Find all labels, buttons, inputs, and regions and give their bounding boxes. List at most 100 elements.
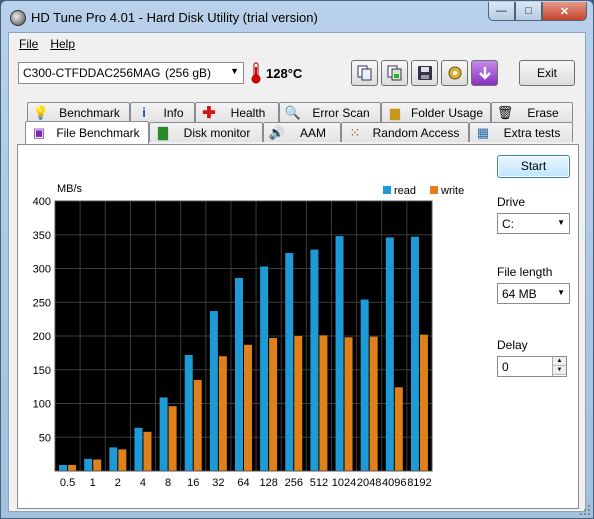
drive-letter-value: C: <box>502 217 514 231</box>
write-bar <box>93 459 102 471</box>
read-bar <box>159 397 168 471</box>
maximize-button[interactable]: □ <box>515 2 542 21</box>
spinner-buttons: ▲ ▼ <box>552 357 566 376</box>
read-bar <box>134 427 143 471</box>
y-tick-label: 200 <box>33 331 51 343</box>
app-disk-icon <box>10 10 26 26</box>
disk-monitor-icon: ▇ <box>158 124 168 140</box>
read-bar <box>410 236 419 471</box>
write-bar <box>143 431 152 471</box>
tab-label: AAM <box>299 125 326 140</box>
tab-strip: 💡 Benchmark i Info ✚ Health 🔍 Error Scan… <box>9 101 585 144</box>
info-icon: i <box>142 105 146 120</box>
tab-file-benchmark[interactable]: ▣ File Benchmark <box>25 121 149 144</box>
legend-write-label: write <box>440 185 464 197</box>
x-tick-label: 32 <box>212 477 224 489</box>
write-bar <box>118 449 127 471</box>
write-bar <box>369 336 378 471</box>
chevron-down-icon: ▼ <box>557 218 565 227</box>
drive-letter-dropdown[interactable]: C: ▼ <box>497 213 570 234</box>
tab-label: Benchmark <box>59 105 120 120</box>
tab-health[interactable]: ✚ Health <box>195 102 279 122</box>
write-bar <box>168 406 177 471</box>
tab-erase[interactable]: 🗑 Erase <box>491 102 573 122</box>
app-window: HD Tune Pro 4.01 - Hard Disk Utility (tr… <box>0 0 594 519</box>
legend-write-swatch <box>430 186 438 194</box>
tab-benchmark[interactable]: 💡 Benchmark <box>27 102 130 122</box>
drive-dropdown[interactable]: C300-CTFDDAC256MAG (256 gB) ▼ <box>18 62 244 84</box>
y-axis-label: MB/s <box>57 183 83 195</box>
menu-help[interactable]: Help <box>44 33 81 55</box>
write-bar <box>244 344 252 471</box>
menu-bar: File Help <box>9 33 585 55</box>
delay-value: 0 <box>502 360 509 374</box>
tab-label: Disk monitor <box>183 125 251 140</box>
temperature-readout: 128°C <box>266 66 303 81</box>
tab-label: Info <box>163 105 184 120</box>
write-bar <box>294 336 303 471</box>
read-bar <box>385 237 394 471</box>
read-bar <box>360 299 369 471</box>
read-bar <box>285 252 294 471</box>
x-tick-label: 1024 <box>332 477 356 489</box>
y-tick-label: 400 <box>33 196 51 208</box>
download-icon <box>478 67 491 80</box>
drive-size: (256 gB) <box>165 66 212 80</box>
y-tick-label: 350 <box>33 230 51 242</box>
health-icon: ✚ <box>202 104 216 122</box>
x-tick-label: 8192 <box>407 477 431 489</box>
delay-spinner[interactable]: 0 ▲ ▼ <box>497 356 567 377</box>
title-bar[interactable]: HD Tune Pro 4.01 - Hard Disk Utility (tr… <box>1 1 593 33</box>
read-bar <box>59 464 68 471</box>
read-bar <box>260 266 269 471</box>
download-button[interactable] <box>471 60 498 86</box>
x-tick-label: 0.5 <box>60 477 75 489</box>
y-tick-label: 150 <box>33 365 51 377</box>
save-button[interactable] <box>411 60 438 86</box>
read-bar <box>335 236 344 471</box>
folder-usage-icon: ▆ <box>390 104 400 120</box>
write-bar <box>68 464 77 471</box>
y-tick-label: 250 <box>33 297 51 309</box>
erase-icon: 🗑 <box>496 104 514 120</box>
copy-info-button[interactable] <box>351 60 378 86</box>
chevron-down-icon: ▼ <box>230 66 239 76</box>
tab-random-access[interactable]: ⁙ Random Access <box>341 122 469 142</box>
x-tick-label: 8 <box>165 477 171 489</box>
drive-label: Drive <box>497 195 526 209</box>
spin-up-button[interactable]: ▲ <box>553 357 566 366</box>
menu-file[interactable]: File <box>13 33 44 55</box>
toolbar: C300-CTFDDAC256MAG (256 gB) ▼ 128°C Exit <box>9 59 585 91</box>
minimize-button[interactable]: — <box>488 2 515 21</box>
read-bar <box>184 354 193 471</box>
client-area: File Help C300-CTFDDAC256MAG (256 gB) ▼ … <box>8 32 586 512</box>
y-tick-label: 100 <box>33 399 51 411</box>
resize-grip-icon[interactable] <box>579 504 591 516</box>
read-bar <box>209 311 218 471</box>
x-tick-label: 4096 <box>382 477 406 489</box>
copy-screenshot-button[interactable] <box>381 60 408 86</box>
options-button[interactable] <box>441 60 468 86</box>
tab-extra-tests[interactable]: ▦ Extra tests <box>469 122 573 142</box>
copy-screenshot-icon <box>387 65 401 81</box>
tab-aam[interactable]: 🔊 AAM <box>263 122 341 142</box>
exit-button[interactable]: Exit <box>519 60 575 86</box>
close-button[interactable]: ✕ <box>542 2 587 21</box>
x-tick-label: 4 <box>140 477 146 489</box>
tab-info[interactable]: i Info <box>130 102 195 122</box>
y-tick-label: 50 <box>39 432 51 444</box>
benchmark-icon: 💡 <box>32 104 50 120</box>
read-bar <box>235 277 243 471</box>
tab-disk-monitor[interactable]: ▇ Disk monitor <box>149 122 263 142</box>
spin-down-button[interactable]: ▼ <box>553 366 566 375</box>
write-bar <box>419 334 428 471</box>
tab-error-scan[interactable]: 🔍 Error Scan <box>279 102 381 122</box>
tab-label: Erase <box>527 105 559 120</box>
tab-folder-usage[interactable]: ▆ Folder Usage <box>381 102 491 122</box>
x-tick-label: 256 <box>285 477 303 489</box>
benchmark-controls: Start Drive C: ▼ File length 64 MB ▼ Del… <box>488 145 578 505</box>
benchmark-chart: 50 100 150 200 250 300 350 400 MB/s 0.5 1 2 4 8 16 32 64… <box>33 183 465 489</box>
write-bar <box>344 337 353 471</box>
file-length-dropdown[interactable]: 64 MB ▼ <box>497 283 570 304</box>
start-button[interactable]: Start <box>497 155 570 178</box>
